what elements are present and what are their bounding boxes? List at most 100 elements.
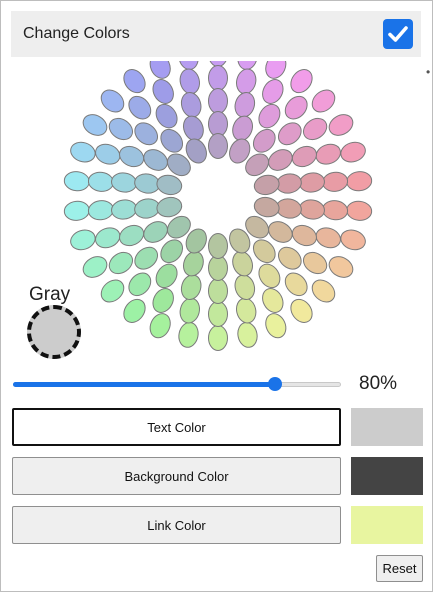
color-swatch-dot[interactable] bbox=[322, 199, 349, 221]
color-swatch-dot[interactable] bbox=[68, 139, 98, 165]
color-settings-panel: Change Colors • Gray 80% Text Color Back… bbox=[0, 0, 433, 592]
background-color-button[interactable]: Background Color bbox=[12, 457, 341, 495]
color-swatch-dot[interactable] bbox=[299, 114, 330, 144]
saturation-slider[interactable] bbox=[13, 373, 341, 395]
color-swatch-dot[interactable] bbox=[208, 88, 228, 114]
color-swatch-dot[interactable] bbox=[178, 296, 202, 325]
color-swatch-dot[interactable] bbox=[259, 285, 287, 316]
color-swatch-dot[interactable] bbox=[93, 224, 123, 251]
color-swatch-dot[interactable] bbox=[116, 222, 147, 250]
color-swatch-dot[interactable] bbox=[265, 146, 296, 175]
color-swatch-dot[interactable] bbox=[286, 295, 316, 326]
link-color-swatch[interactable] bbox=[351, 506, 423, 544]
color-swatch-dot[interactable] bbox=[346, 170, 373, 192]
color-swatch-dot[interactable] bbox=[234, 67, 258, 96]
color-swatch-dot[interactable] bbox=[87, 199, 114, 221]
color-swatch-dot[interactable] bbox=[286, 65, 316, 96]
color-swatch-dot[interactable] bbox=[179, 90, 204, 119]
color-swatch-dot[interactable] bbox=[265, 218, 296, 247]
text-color-button[interactable]: Text Color bbox=[12, 408, 341, 446]
color-swatch-dot[interactable] bbox=[274, 243, 305, 274]
color-swatch-dot[interactable] bbox=[322, 171, 349, 193]
color-swatch-dot[interactable] bbox=[124, 269, 155, 300]
color-swatch-dot[interactable] bbox=[140, 146, 171, 175]
color-swatch-dot[interactable] bbox=[299, 248, 330, 278]
color-swatch-dot[interactable] bbox=[208, 301, 228, 327]
color-swatch-dot[interactable] bbox=[152, 100, 181, 131]
color-swatch-dot[interactable] bbox=[234, 296, 258, 325]
link-color-button[interactable]: Link Color bbox=[12, 506, 341, 544]
color-swatch-dot[interactable] bbox=[79, 253, 110, 282]
color-swatch-dot[interactable] bbox=[252, 195, 281, 219]
color-swatch-dot[interactable] bbox=[281, 269, 312, 300]
color-swatch-dot[interactable] bbox=[208, 278, 228, 304]
color-swatch-dot[interactable] bbox=[149, 285, 177, 316]
color-swatch-dot[interactable] bbox=[146, 61, 174, 82]
color-swatch-dot[interactable] bbox=[93, 141, 123, 168]
color-swatch-dot[interactable] bbox=[236, 321, 260, 349]
color-swatch-dot[interactable] bbox=[313, 141, 343, 168]
color-swatch-dot[interactable] bbox=[140, 218, 171, 247]
text-color-swatch[interactable] bbox=[351, 408, 423, 446]
color-swatch-dot[interactable] bbox=[259, 76, 287, 107]
color-swatch-dot[interactable] bbox=[262, 61, 290, 82]
color-swatch-dot[interactable] bbox=[208, 325, 228, 351]
color-swatch-dot[interactable] bbox=[338, 227, 368, 253]
color-swatch-dot[interactable] bbox=[208, 65, 228, 91]
color-swatch-dot[interactable] bbox=[119, 295, 149, 326]
color-swatch-dot[interactable] bbox=[155, 173, 184, 197]
color-swatch-dot[interactable] bbox=[208, 255, 228, 281]
gray-color-swatch[interactable] bbox=[27, 305, 81, 359]
color-swatch-dot[interactable] bbox=[63, 170, 90, 192]
color-swatch-dot[interactable] bbox=[208, 111, 228, 137]
background-color-swatch[interactable] bbox=[351, 457, 423, 495]
color-swatch-dot[interactable] bbox=[338, 139, 368, 165]
color-swatch-dot[interactable] bbox=[105, 114, 136, 144]
color-swatch-dot[interactable] bbox=[116, 143, 147, 171]
color-swatch-dot[interactable] bbox=[313, 224, 343, 251]
color-swatch-dot[interactable] bbox=[262, 310, 290, 341]
color-swatch-dot[interactable] bbox=[289, 222, 320, 250]
color-swatch-dot[interactable] bbox=[232, 273, 257, 302]
color-swatch-dot[interactable] bbox=[208, 233, 228, 259]
color-swatch-dot[interactable] bbox=[105, 248, 136, 278]
slider-fill bbox=[13, 382, 276, 387]
color-swatch-dot[interactable] bbox=[255, 260, 284, 291]
color-swatch-dot[interactable] bbox=[298, 198, 325, 220]
color-swatch-dot[interactable] bbox=[146, 310, 174, 341]
color-swatch-dot[interactable] bbox=[149, 76, 177, 107]
color-swatch-dot[interactable] bbox=[110, 198, 137, 220]
change-colors-checkbox[interactable] bbox=[383, 19, 413, 49]
slider-thumb[interactable] bbox=[268, 377, 283, 391]
color-swatch-dot[interactable] bbox=[232, 90, 257, 119]
color-swatch-dot[interactable] bbox=[79, 111, 110, 140]
color-swatch-dot[interactable] bbox=[274, 118, 305, 149]
color-swatch-dot[interactable] bbox=[325, 111, 356, 140]
color-swatch-dot[interactable] bbox=[308, 276, 339, 307]
color-swatch-dot[interactable] bbox=[325, 253, 356, 282]
color-swatch-dot[interactable] bbox=[252, 173, 281, 197]
color-swatch-dot[interactable] bbox=[178, 67, 202, 96]
color-swatch-dot[interactable] bbox=[87, 171, 114, 193]
color-swatch-dot[interactable] bbox=[124, 92, 155, 123]
color-swatch-dot[interactable] bbox=[298, 171, 325, 193]
color-swatch-dot[interactable] bbox=[63, 200, 90, 222]
color-swatch-dot[interactable] bbox=[208, 133, 228, 159]
color-swatch-dot[interactable] bbox=[68, 227, 98, 253]
color-swatch-dot[interactable] bbox=[119, 65, 149, 96]
color-swatch-dot[interactable] bbox=[346, 200, 373, 222]
color-swatch-dot[interactable] bbox=[308, 86, 339, 117]
color-swatch-dot[interactable] bbox=[97, 86, 128, 117]
color-swatch-dot[interactable] bbox=[155, 195, 184, 219]
color-swatch-dot[interactable] bbox=[152, 260, 181, 291]
color-swatch-dot[interactable] bbox=[255, 100, 284, 131]
color-swatch-dot[interactable] bbox=[110, 171, 137, 193]
color-swatch-dot[interactable] bbox=[177, 321, 201, 349]
color-swatch-dot[interactable] bbox=[281, 92, 312, 123]
color-swatch-dot[interactable] bbox=[289, 143, 320, 171]
reset-button[interactable]: Reset bbox=[376, 555, 423, 582]
color-swatch-dot[interactable] bbox=[179, 273, 204, 302]
color-swatch-dot[interactable] bbox=[97, 276, 128, 307]
color-swatch-dot[interactable] bbox=[131, 118, 162, 149]
color-swatch-dot[interactable] bbox=[131, 243, 162, 274]
